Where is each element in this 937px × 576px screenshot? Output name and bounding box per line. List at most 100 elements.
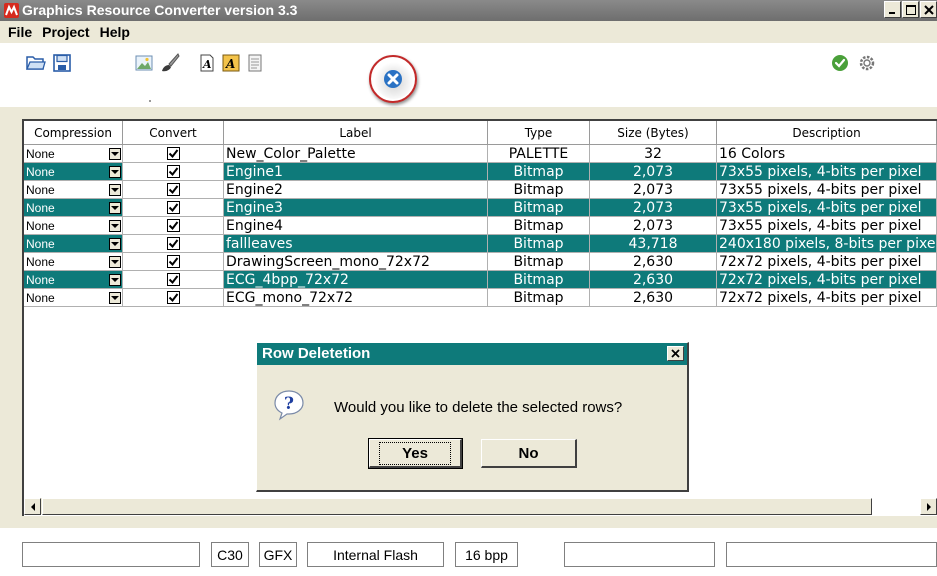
size-cell[interactable]: 2,073 — [590, 181, 717, 199]
description-cell[interactable]: 16 Colors — [717, 145, 937, 163]
add-image-button[interactable] — [134, 53, 154, 73]
edit-font-button[interactable]: A — [221, 53, 241, 73]
compression-select[interactable]: None — [24, 181, 123, 199]
convert-checkbox[interactable] — [166, 237, 180, 250]
convert-checkbox[interactable] — [166, 183, 180, 196]
table-row[interactable]: None fallleaves Bitmap 43,718 240x180 pixels… — [24, 235, 937, 253]
label-cell[interactable]: ECG_4bpp_72x72 — [224, 271, 488, 289]
compression-select[interactable]: None — [24, 145, 123, 163]
type-cell[interactable]: Bitmap — [488, 181, 590, 199]
document-button[interactable] — [245, 53, 265, 73]
table-row[interactable]: None Engine4 Bitmap 2,073 73x55 pixels, 4-bi… — [24, 217, 937, 235]
label-cell[interactable]: fallleaves — [224, 235, 488, 253]
type-cell[interactable]: Bitmap — [488, 271, 590, 289]
compression-combo[interactable]: None — [24, 145, 122, 162]
description-cell[interactable]: 73x55 pixels, 4-bits per pixel — [717, 199, 937, 217]
label-cell[interactable]: DrawingScreen_mono_72x72 — [224, 253, 488, 271]
delete-rows-button[interactable] — [383, 69, 403, 89]
convert-checkbox[interactable] — [166, 147, 180, 160]
dropdown-button[interactable] — [109, 165, 121, 178]
minimize-button[interactable] — [884, 1, 901, 18]
description-cell[interactable]: 72x72 pixels, 4-bits per pixel — [717, 253, 937, 271]
dropdown-button[interactable] — [109, 273, 121, 286]
size-cell[interactable]: 43,718 — [590, 235, 717, 253]
dropdown-button[interactable] — [109, 255, 121, 268]
dropdown-button[interactable] — [109, 291, 121, 304]
size-cell[interactable]: 2,630 — [590, 253, 717, 271]
label-cell[interactable]: ECG_mono_72x72 — [224, 289, 488, 307]
compression-combo[interactable]: None — [24, 199, 122, 216]
close-window-button[interactable] — [920, 1, 937, 18]
type-cell[interactable]: PALETTE — [488, 145, 590, 163]
open-button[interactable] — [26, 53, 46, 73]
scroll-thumb[interactable] — [42, 498, 872, 515]
convert-checkbox[interactable] — [166, 273, 180, 286]
save-button[interactable] — [52, 53, 72, 73]
compression-combo[interactable]: None — [24, 163, 122, 180]
dropdown-button[interactable] — [109, 237, 121, 250]
table-row[interactable]: None ECG_mono_72x72 Bitmap 2,630 72x72 pixel… — [24, 289, 937, 307]
size-cell[interactable]: 2,073 — [590, 163, 717, 181]
type-cell[interactable]: Bitmap — [488, 289, 590, 307]
convert-button[interactable] — [830, 53, 850, 73]
compression-select[interactable]: None — [24, 199, 123, 217]
compression-combo[interactable]: None — [24, 181, 122, 198]
compression-combo[interactable]: None — [24, 289, 122, 306]
size-cell[interactable]: 32 — [590, 145, 717, 163]
menu-project[interactable]: Project — [37, 24, 94, 40]
compression-combo[interactable]: None — [24, 217, 122, 234]
label-cell[interactable]: Engine3 — [224, 199, 488, 217]
label-cell[interactable]: Engine2 — [224, 181, 488, 199]
label-cell[interactable]: Engine4 — [224, 217, 488, 235]
compression-combo[interactable]: None — [24, 253, 122, 270]
edit-image-button[interactable] — [160, 53, 180, 73]
header-convert[interactable]: Convert — [123, 121, 224, 145]
dropdown-button[interactable] — [109, 219, 121, 232]
horizontal-scrollbar[interactable] — [24, 497, 937, 515]
table-row[interactable]: None Engine2 Bitmap 2,073 73x55 pixels, 4-bi… — [24, 181, 937, 199]
compression-combo[interactable]: None — [24, 271, 122, 288]
compression-select[interactable]: None — [24, 217, 123, 235]
dialog-close-button[interactable] — [667, 346, 684, 361]
description-cell[interactable]: 72x72 pixels, 4-bits per pixel — [717, 271, 937, 289]
header-type[interactable]: Type — [488, 121, 590, 145]
size-cell[interactable]: 2,630 — [590, 271, 717, 289]
menu-file[interactable]: File — [3, 24, 37, 40]
type-cell[interactable]: Bitmap — [488, 217, 590, 235]
convert-checkbox[interactable] — [166, 165, 180, 178]
table-row[interactable]: None DrawingScreen_mono_72x72 Bitmap 2,630 7… — [24, 253, 937, 271]
compression-select[interactable]: None — [24, 271, 123, 289]
size-cell[interactable]: 2,630 — [590, 289, 717, 307]
convert-checkbox[interactable] — [166, 201, 180, 214]
label-cell[interactable]: New_Color_Palette — [224, 145, 488, 163]
type-cell[interactable]: Bitmap — [488, 235, 590, 253]
type-cell[interactable]: Bitmap — [488, 253, 590, 271]
maximize-button[interactable] — [902, 1, 919, 18]
dropdown-button[interactable] — [109, 201, 121, 214]
description-cell[interactable]: 240x180 pixels, 8-bits per pixel — [717, 235, 937, 253]
header-label[interactable]: Label — [224, 121, 488, 145]
menu-help[interactable]: Help — [95, 24, 135, 40]
no-button[interactable]: No — [481, 439, 577, 468]
table-row[interactable]: None ECG_4bpp_72x72 Bitmap 2,630 72x72 pixel… — [24, 271, 937, 289]
convert-checkbox[interactable] — [166, 291, 180, 304]
label-cell[interactable]: Engine1 — [224, 163, 488, 181]
table-row[interactable]: None Engine3 Bitmap 2,073 73x55 pixels, 4-bi… — [24, 199, 937, 217]
description-cell[interactable]: 72x72 pixels, 4-bits per pixel — [717, 289, 937, 307]
dropdown-button[interactable] — [109, 147, 121, 160]
type-cell[interactable]: Bitmap — [488, 199, 590, 217]
yes-button[interactable]: Yes — [368, 438, 463, 469]
header-description[interactable]: Description — [717, 121, 937, 145]
dropdown-button[interactable] — [109, 183, 121, 196]
description-cell[interactable]: 73x55 pixels, 4-bits per pixel — [717, 217, 937, 235]
scroll-track[interactable] — [872, 498, 920, 515]
type-cell[interactable]: Bitmap — [488, 163, 590, 181]
table-row[interactable]: None New_Color_Palette PALETTE 32 16 Colors — [24, 145, 937, 163]
compression-select[interactable]: None — [24, 289, 123, 307]
compression-select[interactable]: None — [24, 253, 123, 271]
description-cell[interactable]: 73x55 pixels, 4-bits per pixel — [717, 181, 937, 199]
table-row[interactable]: None Engine1 Bitmap 2,073 73x55 pixels, 4-bi… — [24, 163, 937, 181]
header-size[interactable]: Size (Bytes) — [590, 121, 717, 145]
description-cell[interactable]: 73x55 pixels, 4-bits per pixel — [717, 163, 937, 181]
compression-select[interactable]: None — [24, 235, 123, 253]
